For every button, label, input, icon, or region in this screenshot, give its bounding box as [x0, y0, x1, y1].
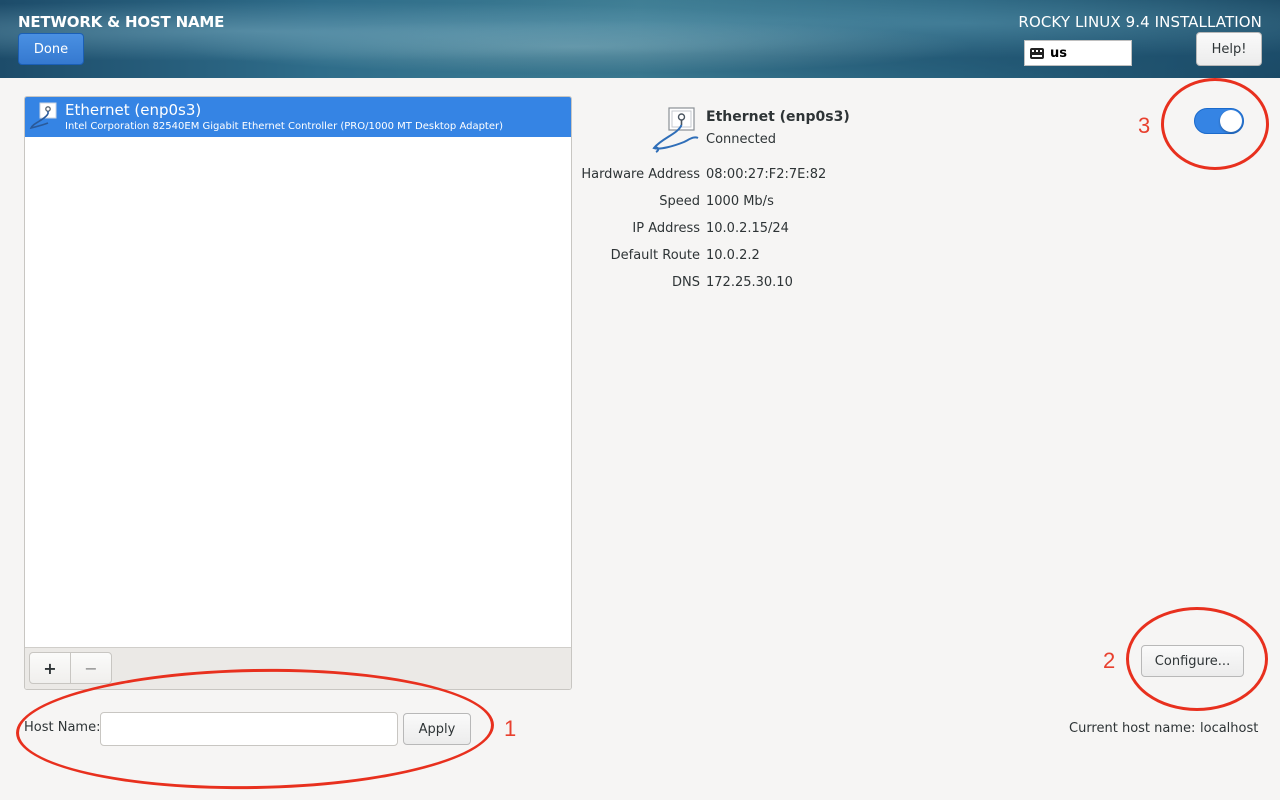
ip-address-value: 10.0.2.15/24	[706, 221, 789, 236]
done-button[interactable]: Done	[18, 33, 84, 65]
keyboard-layout-indicator[interactable]: us	[1024, 40, 1132, 66]
speed-label: Speed	[659, 194, 700, 209]
device-detail-status: Connected	[706, 132, 777, 147]
device-list-item-enp0s3[interactable]: Ethernet (enp0s3) Intel Corporation 8254…	[25, 97, 571, 137]
hardware-address-value: 08:00:27:F2:7E:82	[706, 167, 827, 182]
host-name-input[interactable]	[100, 712, 398, 746]
current-host-name-label: Current host name:	[1069, 721, 1196, 736]
default-route-label: Default Route	[610, 248, 700, 263]
page-title: NETWORK & HOST NAME	[18, 13, 225, 31]
annotation-number-3: 3	[1138, 113, 1151, 138]
keyboard-icon	[1030, 47, 1044, 59]
dns-label: DNS	[672, 275, 700, 290]
current-host-name-value: localhost	[1200, 721, 1259, 736]
configure-button[interactable]: Configure...	[1141, 645, 1244, 677]
help-button[interactable]: Help!	[1196, 32, 1262, 66]
keyboard-layout-label: us	[1050, 45, 1067, 61]
product-title: ROCKY LINUX 9.4 INSTALLATION	[1018, 13, 1262, 31]
host-name-label: Host Name:	[24, 720, 101, 735]
dns-value: 172.25.30.10	[706, 275, 793, 290]
add-device-button[interactable]: +	[29, 652, 71, 684]
device-description: Intel Corporation 82540EM Gigabit Ethern…	[65, 121, 504, 132]
device-list-toolbar: + −	[25, 647, 571, 689]
annotation-number-2: 2	[1103, 648, 1116, 673]
hardware-address-label: Hardware Address	[581, 167, 700, 182]
speed-value: 1000 Mb/s	[706, 194, 774, 209]
annotation-number-1: 1	[504, 716, 517, 741]
toggle-knob	[1220, 110, 1242, 132]
device-list: Ethernet (enp0s3) Intel Corporation 8254…	[24, 96, 572, 690]
device-name: Ethernet (enp0s3)	[65, 101, 202, 119]
ethernet-icon	[29, 102, 57, 130]
connection-toggle-switch[interactable]	[1194, 108, 1244, 134]
device-detail-name: Ethernet (enp0s3)	[706, 109, 850, 125]
header-bar: NETWORK & HOST NAME Done ROCKY LINUX 9.4…	[0, 0, 1280, 78]
ethernet-large-icon	[652, 107, 699, 153]
apply-button[interactable]: Apply	[403, 713, 471, 745]
ip-address-label: IP Address	[632, 221, 700, 236]
remove-device-button[interactable]: −	[70, 652, 112, 684]
default-route-value: 10.0.2.2	[706, 248, 760, 263]
